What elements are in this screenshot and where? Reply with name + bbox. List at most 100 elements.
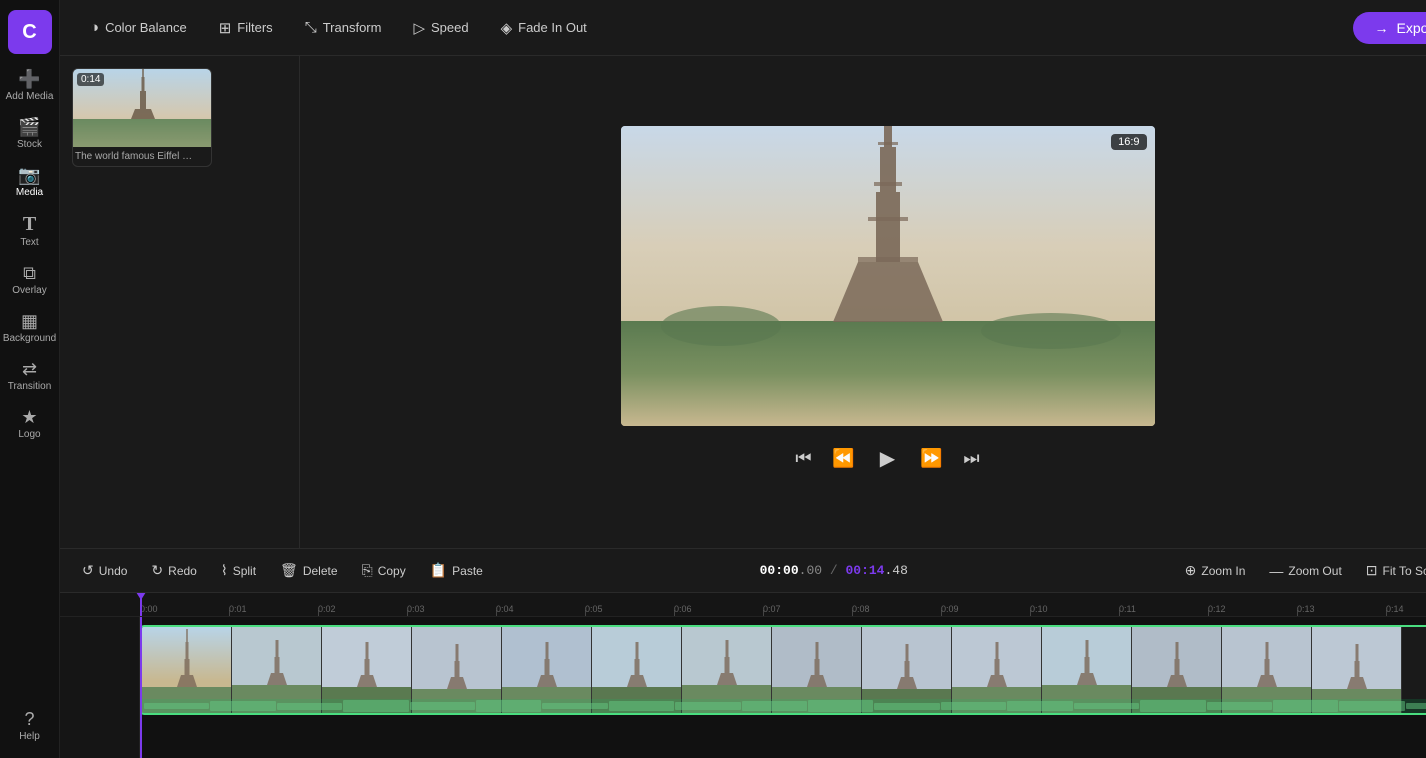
ruler-mark-11: 0:11	[1119, 593, 1208, 616]
sidebar-item-background[interactable]: ▦ Background	[0, 304, 59, 352]
paste-button[interactable]: 📋 Paste	[420, 557, 493, 584]
ruler-mark-9: 0:09	[941, 593, 1030, 616]
sidebar-item-stock-label: Stock	[17, 139, 42, 150]
waveform-bar	[941, 702, 1006, 710]
ruler-mark-3: 0:03	[407, 593, 496, 616]
delete-icon: 🗑	[280, 562, 298, 579]
video-track	[140, 625, 1426, 715]
waveform-bar	[1406, 703, 1426, 709]
track-content	[140, 617, 1426, 758]
overlay-icon: ⧉	[23, 264, 36, 282]
transform-icon: ⤡	[305, 19, 317, 36]
playhead[interactable]	[140, 593, 142, 616]
waveform-bar	[874, 703, 939, 710]
play-pause-button[interactable]: ▶	[868, 438, 908, 478]
copy-button[interactable]: ⎘ Copy	[352, 557, 416, 584]
timeline-toolbar: ↺ Undo ↻ Redo ⌇ Split 🗑 Delete ⎘ Copy 📋	[60, 549, 1426, 593]
skip-to-end-button[interactable]: ⏭	[956, 442, 988, 474]
undo-label: Undo	[99, 564, 128, 578]
main-area: ◑ Color Balance ⊞ Filters ⤡ Transform ▷ …	[60, 0, 1426, 758]
ruler-mark-4: 0:04	[496, 593, 585, 616]
split-button[interactable]: ⌇ Split	[211, 557, 266, 584]
track-label-column	[60, 617, 140, 758]
sidebar-item-add-media[interactable]: ➕ Add Media	[0, 62, 59, 110]
waveform-bar	[808, 700, 873, 712]
undo-icon: ↺	[82, 562, 94, 579]
fit-to-screen-button[interactable]: ⊡ Fit To Screen	[1356, 557, 1426, 584]
speed-icon: ▷	[413, 19, 425, 37]
zoom-in-icon: ⊕	[1185, 562, 1197, 579]
delete-button[interactable]: 🗑 Delete	[270, 557, 347, 584]
media-thumb-image: 0:14	[73, 69, 212, 147]
waveform-bar	[1207, 702, 1272, 710]
color-balance-icon: ◑	[90, 19, 99, 36]
zoom-out-label: Zoom Out	[1288, 564, 1341, 578]
media-thumbnail[interactable]: 0:14 The world famous Eiffel …	[72, 68, 212, 167]
ruler-marks: 0:00 0:01 0:02 0:03	[140, 593, 1426, 616]
waveform-bar	[675, 702, 740, 710]
redo-button[interactable]: ↻ Redo	[141, 557, 206, 584]
topbar: ◑ Color Balance ⊞ Filters ⤡ Transform ▷ …	[60, 0, 1426, 56]
paste-icon: 📋	[430, 562, 447, 579]
waveform-bar	[343, 700, 408, 713]
topbar-tools: ◑ Color Balance ⊞ Filters ⤡ Transform ▷ …	[76, 13, 601, 43]
ruler-mark-13: 0:13	[1297, 593, 1386, 616]
ruler-mark-8: 0:08	[852, 593, 941, 616]
app-logo[interactable]: C	[8, 10, 52, 54]
delete-label: Delete	[303, 564, 338, 578]
color-balance-button[interactable]: ◑ Color Balance	[76, 13, 201, 42]
waveform-bar	[1007, 701, 1072, 711]
sidebar-item-overlay[interactable]: ⧉ Overlay	[0, 256, 59, 304]
paste-label: Paste	[452, 564, 483, 578]
sidebar-item-background-label: Background	[3, 333, 56, 344]
fade-in-out-button[interactable]: ◈ Fade In Out	[487, 13, 601, 43]
timeline-section: ↺ Undo ↻ Redo ⌇ Split 🗑 Delete ⎘ Copy 📋	[60, 548, 1426, 758]
sidebar-item-media[interactable]: 📷 Media	[0, 158, 59, 206]
zoom-in-button[interactable]: ⊕ Zoom In	[1175, 557, 1256, 584]
filters-label: Filters	[237, 20, 272, 35]
waveform-bar	[742, 701, 807, 712]
preview-wrapper: 16:9	[621, 126, 1155, 426]
logo-icon: ★	[21, 408, 37, 426]
sidebar-item-add-media-label: Add Media	[6, 91, 54, 102]
undo-button[interactable]: ↺ Undo	[72, 557, 137, 584]
fit-to-screen-icon: ⊡	[1366, 562, 1378, 579]
preview-area: 16:9 ⏮ ⏪ ▶ ⏩ ⏭	[300, 56, 1426, 548]
fit-to-screen-label: Fit To Screen	[1383, 564, 1426, 578]
total-time: 00:14.48	[845, 563, 907, 578]
playback-controls: ⏮ ⏪ ▶ ⏩ ⏭	[788, 438, 988, 478]
media-duration-badge: 0:14	[77, 73, 104, 86]
playhead-head	[136, 593, 146, 600]
sidebar-item-text[interactable]: T Text	[0, 206, 59, 256]
sidebar-item-text-label: Text	[20, 237, 38, 248]
ruler-mark-14: 0:14	[1386, 593, 1426, 616]
speed-button[interactable]: ▷ Speed	[399, 13, 482, 43]
zoom-out-button[interactable]: — Zoom Out	[1259, 558, 1351, 584]
sidebar-item-stock[interactable]: 🎬 Stock	[0, 110, 59, 158]
timeline-tracks	[60, 617, 1426, 758]
sidebar-item-transition[interactable]: ⇄ Transition	[0, 352, 59, 400]
fast-forward-button[interactable]: ⏩	[916, 442, 948, 474]
waveform-bar	[1140, 700, 1205, 711]
filters-icon: ⊞	[219, 19, 232, 37]
export-icon: →	[1375, 20, 1389, 36]
rewind-button[interactable]: ⏪	[828, 442, 860, 474]
transform-button[interactable]: ⤡ Transform	[291, 13, 396, 42]
waveform-bar	[609, 701, 674, 710]
skip-to-start-button[interactable]: ⏮	[788, 442, 820, 474]
sidebar-item-help[interactable]: ? Help	[0, 702, 59, 750]
color-balance-label: Color Balance	[105, 20, 187, 35]
background-icon: ▦	[21, 312, 38, 330]
logo-letter: C	[22, 21, 36, 44]
time-display: 00:00.00 / 00:14.48	[748, 563, 920, 578]
redo-label: Redo	[168, 564, 197, 578]
sidebar-item-logo[interactable]: ★ Logo	[0, 400, 59, 448]
filters-button[interactable]: ⊞ Filters	[205, 13, 287, 43]
preview-canvas	[621, 126, 1155, 426]
export-button[interactable]: → Export	[1353, 12, 1426, 44]
split-label: Split	[233, 564, 256, 578]
ruler-mark-7: 0:07	[763, 593, 852, 616]
sidebar: C ➕ Add Media 🎬 Stock 📷 Media T Text ⧉ O…	[0, 0, 60, 758]
waveform-bar	[1074, 703, 1139, 709]
video-clip[interactable]	[140, 625, 1426, 715]
